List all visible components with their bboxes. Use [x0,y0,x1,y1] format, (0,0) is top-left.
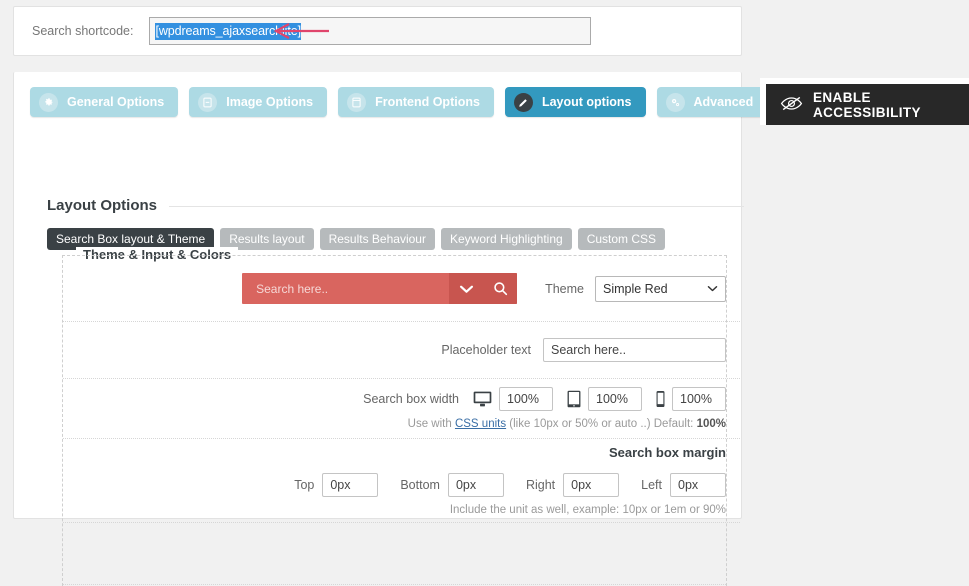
width-input-tablet[interactable]: 100% [588,386,642,411]
group-title: Layout Options [47,197,157,214]
image-icon [198,92,218,112]
eye-slash-icon [780,95,803,115]
theme-row: Search here.. Theme Simple Red [63,256,740,322]
desktop-icon [473,391,492,407]
group-divider [169,206,744,207]
width-hint: Use with CSS units (like 10px or 50% or … [408,418,726,430]
subtab-keyword-highlighting[interactable]: Keyword Highlighting [440,228,572,250]
hint-middle: (like 10px or 50% or auto ..) Default: [506,417,697,430]
chevron-down-icon [707,286,718,292]
fieldset-spacer-row [63,522,726,585]
margin-top-label: Top [294,477,315,492]
width-input-mobile[interactable]: 100% [672,386,726,411]
tab-label: Advanced [693,95,754,109]
magnifier-icon[interactable] [483,273,518,304]
margin-bottom-label: Bottom [400,477,440,492]
cogs-icon [665,92,685,112]
tab-label: Image Options [226,95,314,109]
tab-label: Frontend Options [375,95,480,109]
search-box-margin-row: Search box margin Top 0px Bottom 0px Rig… [63,438,740,523]
preview-placeholder: Search here.. [256,281,329,296]
search-box-preview[interactable]: Search here.. [242,273,518,304]
tab-general-options[interactable]: General Options [30,87,179,117]
subtab-results-behaviour[interactable]: Results Behaviour [319,228,435,250]
tab-advanced[interactable]: Advanced [656,87,768,117]
shortcode-label: Search shortcode: [32,24,134,38]
tab-layout-options[interactable]: Layout options [504,87,646,117]
pencil-icon [513,92,533,112]
margin-bottom-input[interactable]: 0px [447,472,504,497]
browser-icon [347,92,367,112]
theme-selected-value: Simple Red [603,281,668,296]
search-box-margin-title: Search box margin [608,444,726,460]
shortcode-input[interactable]: [wpdreams_ajaxsearchlite] [149,17,592,45]
search-box-width-row: Search box width 100% 100% 100% Use with… [63,378,740,439]
tab-label: General Options [67,95,165,109]
main-tab-bar: General Options Image Options Frontend O… [30,87,768,117]
theme-select[interactable]: Simple Red [595,275,726,302]
tab-label: Layout options [541,95,632,109]
theme-input-colors-fieldset: Search here.. Theme Simple Red Placehold… [62,255,740,586]
search-box-width-label: Search box width [363,391,459,406]
placeholder-text-label: Placeholder text [441,342,531,357]
width-input-desktop[interactable]: 100% [499,386,553,411]
placeholder-text-input[interactable]: Search here.. [543,337,726,362]
margin-left-label: Left [641,477,662,492]
margin-left-input[interactable]: 0px [670,472,726,497]
margin-right-label: Right [525,477,556,492]
placeholder-text-row: Placeholder text Search here.. [63,321,740,379]
hint-default-value: 100% [696,417,726,430]
tablet-icon [567,390,581,408]
mobile-icon [656,390,665,408]
enable-accessibility-button[interactable]: ENABLE ACCESSIBILITY [766,84,969,125]
shortcode-panel: Search shortcode: [wpdreams_ajaxsearchli… [13,6,742,56]
margin-right-input[interactable]: 0px [563,472,620,497]
annotation-arrow-icon [273,23,329,39]
subtab-custom-css[interactable]: Custom CSS [577,228,666,250]
tab-frontend-options[interactable]: Frontend Options [338,87,494,117]
accessibility-banner-wrapper: ENABLE ACCESSIBILITY [760,78,969,125]
margin-top-input[interactable]: 0px [322,472,379,497]
theme-label: Theme [545,281,584,296]
gear-icon [39,92,58,112]
accessibility-label: ENABLE ACCESSIBILITY [813,89,921,120]
tab-image-options[interactable]: Image Options [189,87,328,117]
layout-options-panel: General Options Image Options Frontend O… [13,72,768,586]
chevron-down-icon[interactable] [449,273,484,304]
css-units-link[interactable]: CSS units [455,418,506,430]
hint-prefix: Use with [407,417,455,430]
page-root: Search shortcode: [wpdreams_ajaxsearchli… [0,0,969,586]
margin-hint: Include the unit as well, example: 10px … [449,503,726,516]
